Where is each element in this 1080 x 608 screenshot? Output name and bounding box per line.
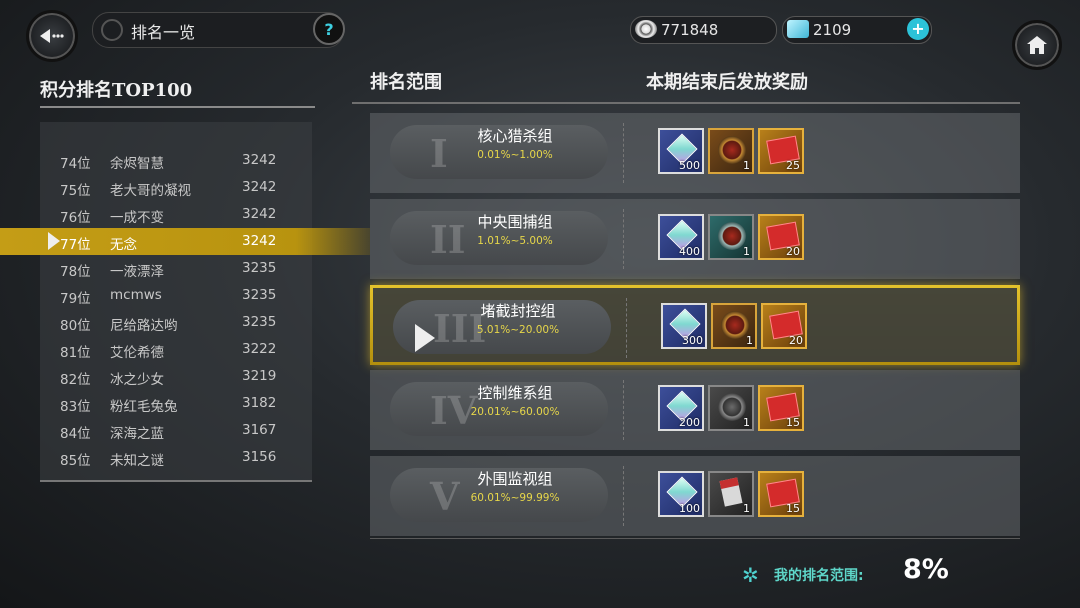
list-item: 82位 冰之少女 3219 xyxy=(60,368,277,388)
reward-item-medal[interactable]: 1 xyxy=(708,214,754,260)
tier-row[interactable]: V 外围监视组 60.01%~99.99% 100 1 15 xyxy=(370,456,1020,536)
list-item: 83位 粉红毛兔兔 3182 xyxy=(60,395,277,415)
item-qty: 25 xyxy=(786,159,800,172)
add-gems-button[interactable]: + xyxy=(907,18,929,40)
my-rank-label: 我的排名范围: xyxy=(774,568,864,584)
home-button[interactable] xyxy=(1012,20,1062,70)
medal-icon xyxy=(718,393,746,421)
tier-range: 20.01%~60.00% xyxy=(470,406,560,418)
reward-item-ticket[interactable]: 15 xyxy=(758,385,804,431)
divider xyxy=(623,209,625,269)
back-arrow-icon xyxy=(40,29,64,43)
reward-item-medal[interactable]: 1 xyxy=(711,303,757,349)
item-qty: 20 xyxy=(789,334,803,347)
divider xyxy=(623,380,625,440)
item-qty: 15 xyxy=(786,502,800,515)
reward-item-medal[interactable]: 1 xyxy=(708,128,754,174)
tier-name: 中央围捕组 xyxy=(477,213,553,231)
list-item: 85位 未知之谜 3156 xyxy=(60,449,277,469)
tier-range: 60.01%~99.99% xyxy=(470,492,560,504)
reward-header: 本期结束后发放奖励 xyxy=(646,72,808,93)
list-item: 74位 余烬智慧 3242 xyxy=(60,152,277,172)
reward-item-ticket[interactable]: 15 xyxy=(758,471,804,517)
item-qty: 1 xyxy=(743,416,750,429)
reward-item-ticket[interactable]: 25 xyxy=(758,128,804,174)
tier-row[interactable]: II 中央围捕组 1.01%~5.00% 400 1 20 xyxy=(370,199,1020,279)
divider xyxy=(623,466,625,526)
reward-item-ticket[interactable]: 20 xyxy=(761,303,807,349)
list-item: 79位 mcmws 3235 xyxy=(60,287,277,307)
reward-item-crystal[interactable]: 200 xyxy=(658,385,704,431)
gem-value: 2109 xyxy=(813,21,852,39)
divider xyxy=(626,298,628,358)
title-bar: 排名一览 ? xyxy=(92,12,345,48)
coin-counter: 771848 xyxy=(630,16,777,44)
item-qty: 100 xyxy=(679,502,700,515)
tier-name: 核心猎杀组 xyxy=(477,127,553,145)
reward-item-crystal[interactable]: 100 xyxy=(658,471,704,517)
pointer-arrow-icon xyxy=(48,232,60,250)
range-header: 排名范围 xyxy=(370,72,442,93)
tier-name: 外围监视组 xyxy=(477,470,553,488)
tier-row[interactable]: IV 控制维系组 20.01%~60.00% 200 1 15 xyxy=(370,370,1020,450)
item-qty: 1 xyxy=(746,334,753,347)
item-qty: 200 xyxy=(679,416,700,429)
list-item: 78位 一液漂泽 3235 xyxy=(60,260,277,280)
gem-counter: 2109 + xyxy=(782,16,932,44)
medal-icon xyxy=(721,311,749,339)
divider xyxy=(40,106,315,108)
reward-item-medal[interactable]: 1 xyxy=(708,385,754,431)
divider xyxy=(370,538,1020,539)
help-button[interactable]: ? xyxy=(313,13,345,45)
list-item: 84位 深海之蓝 3167 xyxy=(60,422,277,442)
item-qty: 1 xyxy=(743,502,750,515)
tier-name: 堵截封控组 xyxy=(480,302,556,320)
my-rank-value: 8% xyxy=(903,554,949,585)
list-item: 80位 尼给路达哟 3235 xyxy=(60,314,277,334)
crystal-icon xyxy=(787,20,809,38)
page-title: 排名一览 xyxy=(131,23,196,42)
divider xyxy=(623,123,625,183)
tier-range: 1.01%~5.00% xyxy=(477,235,553,247)
reward-item-crystal[interactable]: 300 xyxy=(661,303,707,349)
tier-range: 0.01%~1.00% xyxy=(477,149,553,161)
list-item: 75位 老大哥的凝视 3242 xyxy=(60,179,277,199)
item-qty: 1 xyxy=(743,159,750,172)
reward-item-card[interactable]: 1 xyxy=(708,471,754,517)
list-item: 81位 艾伦希德 3222 xyxy=(60,341,277,361)
gear-icon xyxy=(101,19,123,41)
item-qty: 1 xyxy=(743,245,750,258)
item-qty: 500 xyxy=(679,159,700,172)
star-emblem-icon: ✲ xyxy=(742,563,759,587)
tier-row-current[interactable]: III 堵截封控组 5.01%~20.00% 300 1 20 xyxy=(370,285,1020,365)
divider xyxy=(352,102,1020,104)
home-icon xyxy=(1027,36,1047,54)
card-icon xyxy=(719,477,743,507)
tier-range: 5.01%~20.00% xyxy=(476,324,560,336)
tier-row[interactable]: I 核心猎杀组 0.01%~1.00% 500 1 25 xyxy=(370,113,1020,193)
list-item: 76位 一成不变 3242 xyxy=(60,206,277,226)
back-button[interactable] xyxy=(26,10,78,62)
item-qty: 20 xyxy=(786,245,800,258)
medal-icon xyxy=(718,222,746,250)
leaderboard-title: 积分排名TOP100 xyxy=(40,80,193,101)
coin-value: 771848 xyxy=(661,21,719,39)
reward-item-crystal[interactable]: 400 xyxy=(658,214,704,260)
coin-icon xyxy=(635,20,657,38)
item-qty: 300 xyxy=(682,334,703,347)
leaderboard-list[interactable]: 74位 余烬智慧 3242 75位 老大哥的凝视 3242 76位 一成不变 3242 77… xyxy=(0,122,370,482)
item-qty: 400 xyxy=(679,245,700,258)
medal-icon xyxy=(718,136,746,164)
list-item-current-player: 77位 无念 3242 xyxy=(0,228,370,255)
reward-item-ticket[interactable]: 20 xyxy=(758,214,804,260)
reward-item-crystal[interactable]: 500 xyxy=(658,128,704,174)
item-qty: 15 xyxy=(786,416,800,429)
tier-name: 控制维系组 xyxy=(477,384,553,402)
